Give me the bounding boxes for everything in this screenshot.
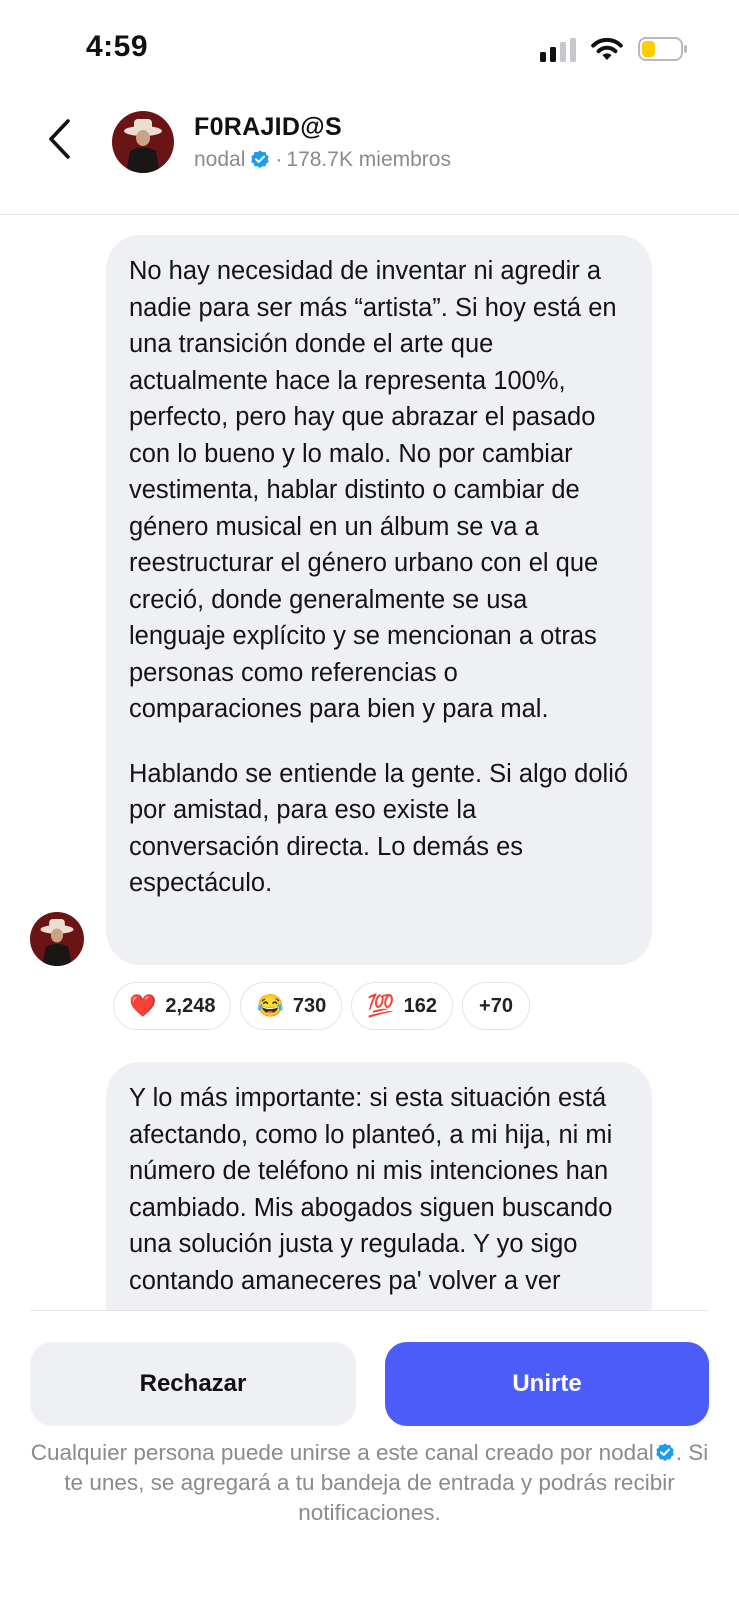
reject-button[interactable]: Rechazar — [30, 1342, 356, 1426]
message-bubble[interactable]: Y lo más importante: si esta situación e… — [106, 1062, 652, 1322]
reaction-hundred[interactable]: 💯 162 — [351, 982, 454, 1030]
battery-low-icon — [638, 37, 687, 61]
reaction-heart[interactable]: ❤️ 2,248 — [113, 982, 232, 1030]
message-paragraph: Hablando se entiende la gente. Si algo d… — [129, 759, 629, 898]
divider — [30, 1310, 709, 1311]
join-button[interactable]: Unirte — [385, 1342, 709, 1426]
disclaimer-text: Cualquier persona puede unirse a este ca… — [30, 1440, 593, 1465]
channel-avatar[interactable] — [112, 111, 174, 173]
laughing-emoji-icon: 😂 — [256, 993, 284, 1018]
reaction-laugh[interactable]: 😂 730 — [240, 982, 343, 1030]
hundred-emoji-icon: 💯 — [367, 993, 395, 1018]
sender-avatar[interactable] — [30, 912, 84, 966]
status-time: 4:59 — [86, 30, 149, 63]
reaction-count: 2,248 — [165, 994, 216, 1017]
subtitle-separator: · — [275, 148, 283, 171]
wifi-icon — [591, 37, 623, 60]
more-reactions-button[interactable]: +70 — [462, 982, 530, 1030]
reactions-row: ❤️ 2,248 😂 730 💯 162 +70 — [113, 982, 530, 1030]
channel-title: F0RAJID@S — [194, 113, 342, 141]
more-reactions-count: +70 — [479, 994, 513, 1017]
chevron-left-icon[interactable] — [40, 115, 80, 163]
reaction-count: 730 — [292, 994, 327, 1017]
cellular-signal-icon — [540, 38, 576, 62]
message-bubble[interactable]: No hay necesidad de inventar ni agredir … — [106, 235, 652, 965]
creator-name[interactable]: nodal — [194, 148, 245, 172]
message-paragraph: No hay necesidad de inventar ni agredir … — [129, 257, 617, 723]
verified-badge-icon — [251, 150, 270, 168]
channel-subtitle: nodal · 178.7K miembros — [194, 148, 451, 172]
message-paragraph: Y lo más importante: si esta situación e… — [129, 1084, 613, 1295]
reaction-count: 162 — [403, 994, 438, 1017]
heart-emoji-icon: ❤️ — [129, 993, 157, 1018]
members-count: 178.7K miembros — [286, 148, 451, 171]
join-panel: Rechazar Unirte Cualquier persona puede … — [0, 1310, 739, 1600]
status-bar: 4:59 — [0, 0, 739, 90]
join-disclaimer: Cualquier persona puede unirse a este ca… — [30, 1438, 709, 1528]
creator-name: nodal — [598, 1440, 654, 1465]
channel-header: F0RAJID@S nodal · 178.7K miembros — [0, 95, 739, 215]
verified-badge-icon — [656, 1443, 674, 1461]
